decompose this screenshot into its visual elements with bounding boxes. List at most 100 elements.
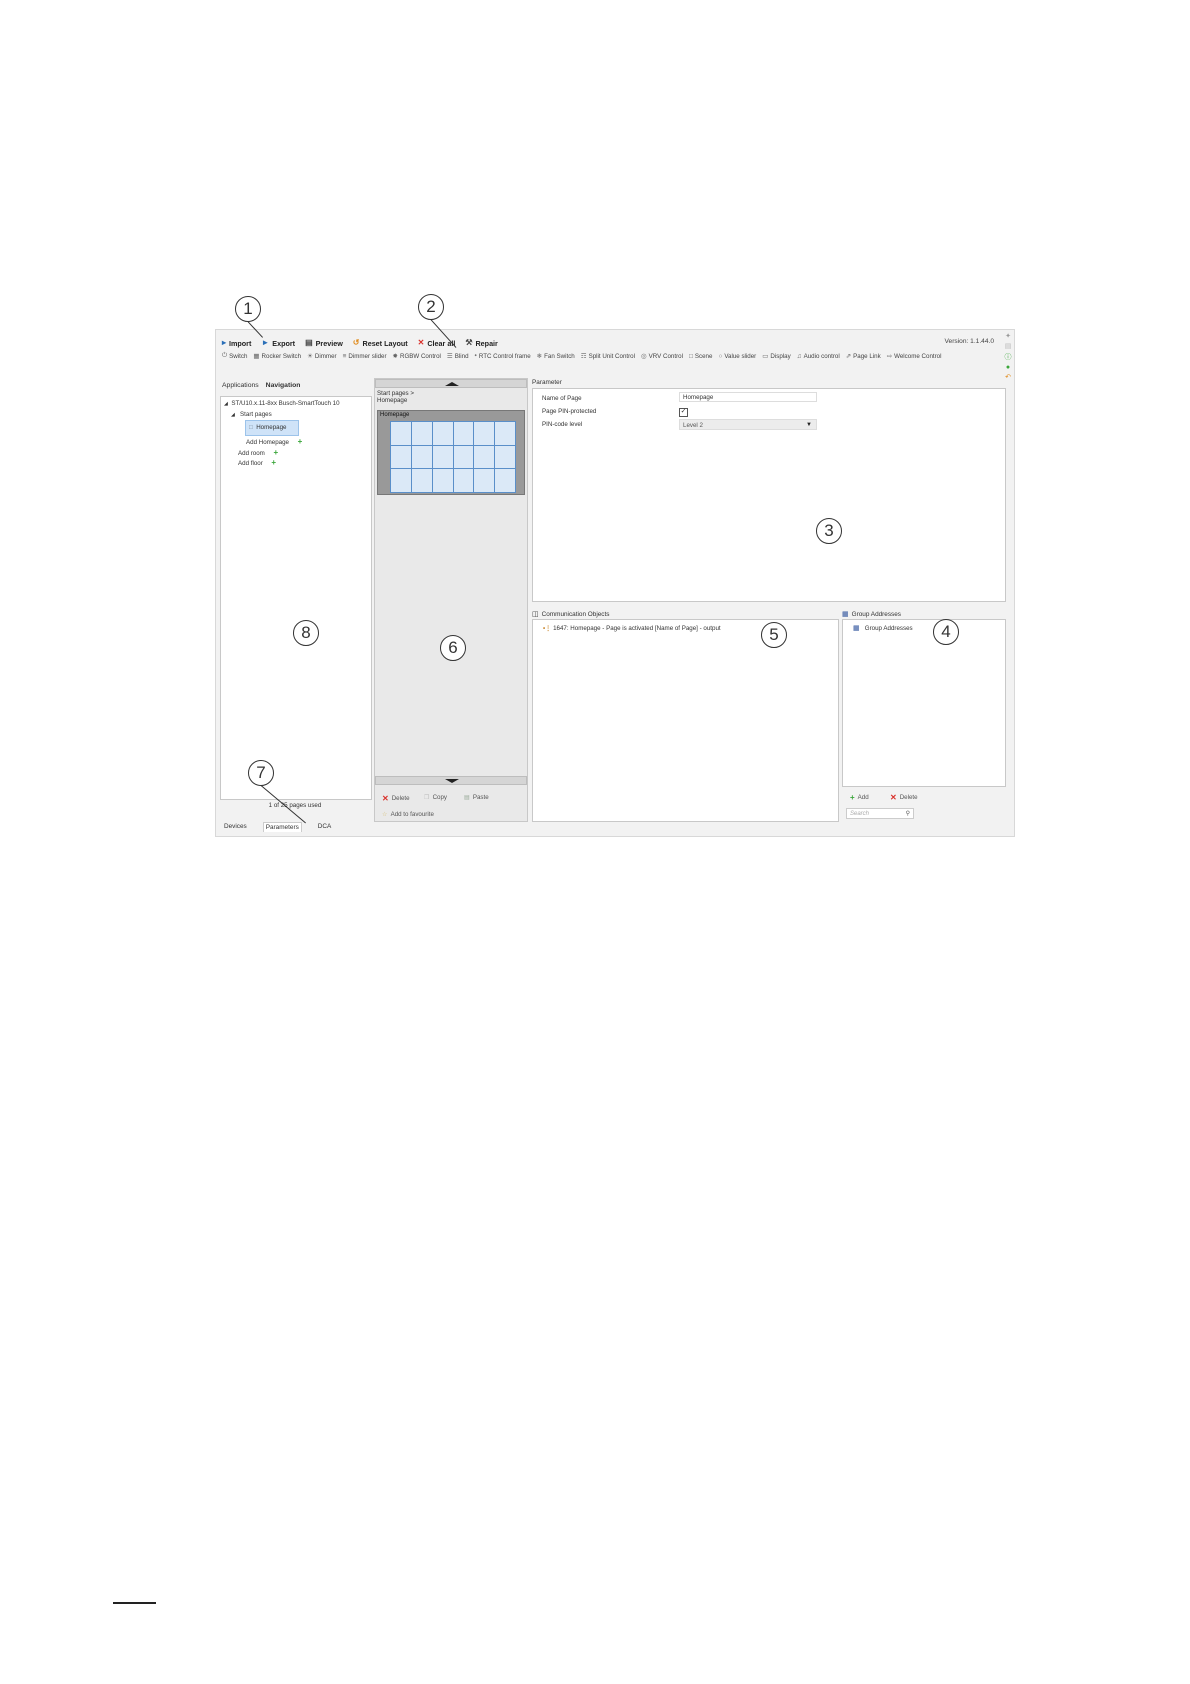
control-page-link[interactable]: ⇗ Page Link xyxy=(845,352,881,361)
callout-7: 7 xyxy=(248,760,274,786)
pin-protected-checkbox[interactable]: ✓ xyxy=(679,408,688,417)
tree-device[interactable]: ◢ ST/U10.x.11-8xx Busch-SmartTouch 10 xyxy=(224,400,340,407)
grid-tile[interactable] xyxy=(453,445,474,469)
control-rgbw-control[interactable]: ✸ RGBW Control xyxy=(393,352,441,361)
pin-level-select[interactable]: Level 2 ▼ xyxy=(679,419,817,430)
search-input[interactable]: Search ⚲ xyxy=(846,808,914,819)
control-label: Audio control xyxy=(803,352,840,360)
control-audio-control[interactable]: ♫ Audio control xyxy=(797,352,840,360)
control-fan-switch[interactable]: ❄ Fan Switch xyxy=(537,352,575,361)
control-dimmer-slider[interactable]: ≡ Dimmer slider xyxy=(343,352,387,360)
pin-icon[interactable]: ✦ xyxy=(1002,332,1014,340)
name-of-page-input[interactable]: Homepage xyxy=(679,392,817,402)
control-label: Dimmer xyxy=(314,352,337,360)
callout-8: 8 xyxy=(293,620,319,646)
delete-page-button[interactable]: ✕ Delete xyxy=(382,794,410,803)
control-label: Switch xyxy=(229,352,248,360)
grid-tile[interactable] xyxy=(411,422,432,445)
grid-tile[interactable] xyxy=(411,445,432,469)
page-preview-panel: Start pages > Homepage Homepage xyxy=(374,378,528,822)
tree-start-pages[interactable]: ◢ Start pages xyxy=(231,411,272,418)
comm-objects-header: ◫ Communication Objects xyxy=(532,610,610,619)
grid-tile[interactable] xyxy=(453,469,474,492)
add-homepage-item[interactable]: Add Homepage + xyxy=(246,437,302,446)
control-switch[interactable]: ⏻ Switch xyxy=(222,352,247,360)
add-icon: + xyxy=(271,458,277,467)
add-floor-item[interactable]: Add floor + xyxy=(238,458,276,467)
grid-tile[interactable] xyxy=(474,445,495,469)
pages-used-status: 1 of 25 pages used xyxy=(268,802,322,809)
control-value-slider[interactable]: ○ Value slider xyxy=(718,352,756,360)
callout-1: 1 xyxy=(235,296,261,322)
grid-tile[interactable] xyxy=(432,469,453,492)
control-welcome-control[interactable]: ⇨ Welcome Control xyxy=(887,352,942,361)
scroll-up-button[interactable] xyxy=(375,379,527,388)
grid-tile[interactable] xyxy=(391,445,411,469)
add-circle-icon[interactable]: ● xyxy=(1002,364,1014,371)
comm-objects-panel: •⋮ 1647: Homepage - Page is activated [N… xyxy=(532,619,839,822)
document-icon[interactable]: ▤ xyxy=(1002,342,1014,350)
add-favourite-button[interactable]: ☆ Add to favourite xyxy=(382,811,434,818)
control-dimmer[interactable]: ☀ Dimmer xyxy=(307,352,337,361)
control-icon: ⇗ xyxy=(845,353,852,360)
tab-applications[interactable]: Applications xyxy=(222,382,259,389)
chevron-down-icon: ▼ xyxy=(806,422,812,428)
version-label: Version: 1.1.44.0 xyxy=(944,338,995,345)
control-icon: □ xyxy=(688,352,693,360)
page-thumbnail[interactable]: Homepage xyxy=(377,410,525,495)
tab-parameters[interactable]: Parameters xyxy=(262,822,302,832)
control-blind[interactable]: ☰ Blind xyxy=(447,352,469,361)
close-icon: ✕ xyxy=(417,338,425,347)
grid-tile[interactable] xyxy=(474,422,495,445)
grid-tile[interactable] xyxy=(495,422,515,445)
undo-icon[interactable]: ↶ xyxy=(1002,373,1014,381)
breadcrumb: Start pages > Homepage xyxy=(377,390,414,404)
group-address-icon: ▦ xyxy=(853,625,860,632)
tab-navigation[interactable]: Navigation xyxy=(266,382,301,389)
comm-object-row[interactable]: •⋮ 1647: Homepage - Page is activated [N… xyxy=(543,625,721,632)
delete-group-address-button[interactable]: ✕ Delete xyxy=(890,793,918,802)
arrow-up-icon xyxy=(445,382,459,386)
grid-tile[interactable] xyxy=(411,469,432,492)
control-label: Blind xyxy=(454,352,469,360)
grid-tile[interactable] xyxy=(495,469,515,492)
group-address-row[interactable]: ▦ Group Addresses xyxy=(853,624,913,632)
repair-button[interactable]: ⚒ Repair xyxy=(465,339,498,348)
control-scene[interactable]: □ Scene xyxy=(689,352,712,360)
grid-tile[interactable] xyxy=(432,422,453,445)
scroll-down-button[interactable] xyxy=(375,776,527,785)
tab-dca[interactable]: DCA xyxy=(316,822,334,832)
tree-homepage[interactable]: □ Homepage xyxy=(249,424,286,431)
paste-page-button[interactable]: ▤ Paste xyxy=(464,794,489,801)
tile-grid xyxy=(390,421,516,493)
info-icon[interactable]: ⓘ xyxy=(1002,352,1014,362)
add-room-item[interactable]: Add room + xyxy=(238,448,278,457)
callout-2: 2 xyxy=(418,294,444,320)
group-address-icon: ▦ xyxy=(842,611,849,618)
grid-tile[interactable] xyxy=(474,469,495,492)
copy-page-button[interactable]: ❐ Copy xyxy=(424,794,447,801)
grid-tile[interactable] xyxy=(391,422,411,445)
control-icon: ○ xyxy=(718,352,723,360)
export-button[interactable]: ► Export xyxy=(261,339,295,348)
control-rtc-control-frame[interactable]: ⬩ RTC Control frame xyxy=(475,352,531,360)
parameter-header: Parameter xyxy=(532,379,562,386)
reset-layout-button[interactable]: ↺ Reset Layout xyxy=(353,339,408,348)
add-icon: + xyxy=(273,448,279,457)
control-split-unit-control[interactable]: ☶ Split Unit Control xyxy=(581,352,635,361)
control-rocker-switch[interactable]: ▦ Rocker Switch xyxy=(253,352,301,361)
control-icon: ▦ xyxy=(253,353,260,360)
add-group-address-button[interactable]: + Add xyxy=(850,793,869,802)
import-button[interactable]: ▸ Import xyxy=(222,339,251,348)
control-vrv-control[interactable]: ◎ VRV Control xyxy=(641,352,683,361)
search-icon: ⚲ xyxy=(905,811,910,817)
control-label: Page Link xyxy=(853,352,881,360)
grid-tile[interactable] xyxy=(391,469,411,492)
tab-devices[interactable]: Devices xyxy=(222,822,249,832)
control-display[interactable]: ▭ Display xyxy=(762,352,790,361)
grid-tile[interactable] xyxy=(453,422,474,445)
grid-tile[interactable] xyxy=(495,445,515,469)
preview-button[interactable]: ▤ Preview xyxy=(305,339,343,348)
callout-3: 3 xyxy=(816,518,842,544)
grid-tile[interactable] xyxy=(432,445,453,469)
